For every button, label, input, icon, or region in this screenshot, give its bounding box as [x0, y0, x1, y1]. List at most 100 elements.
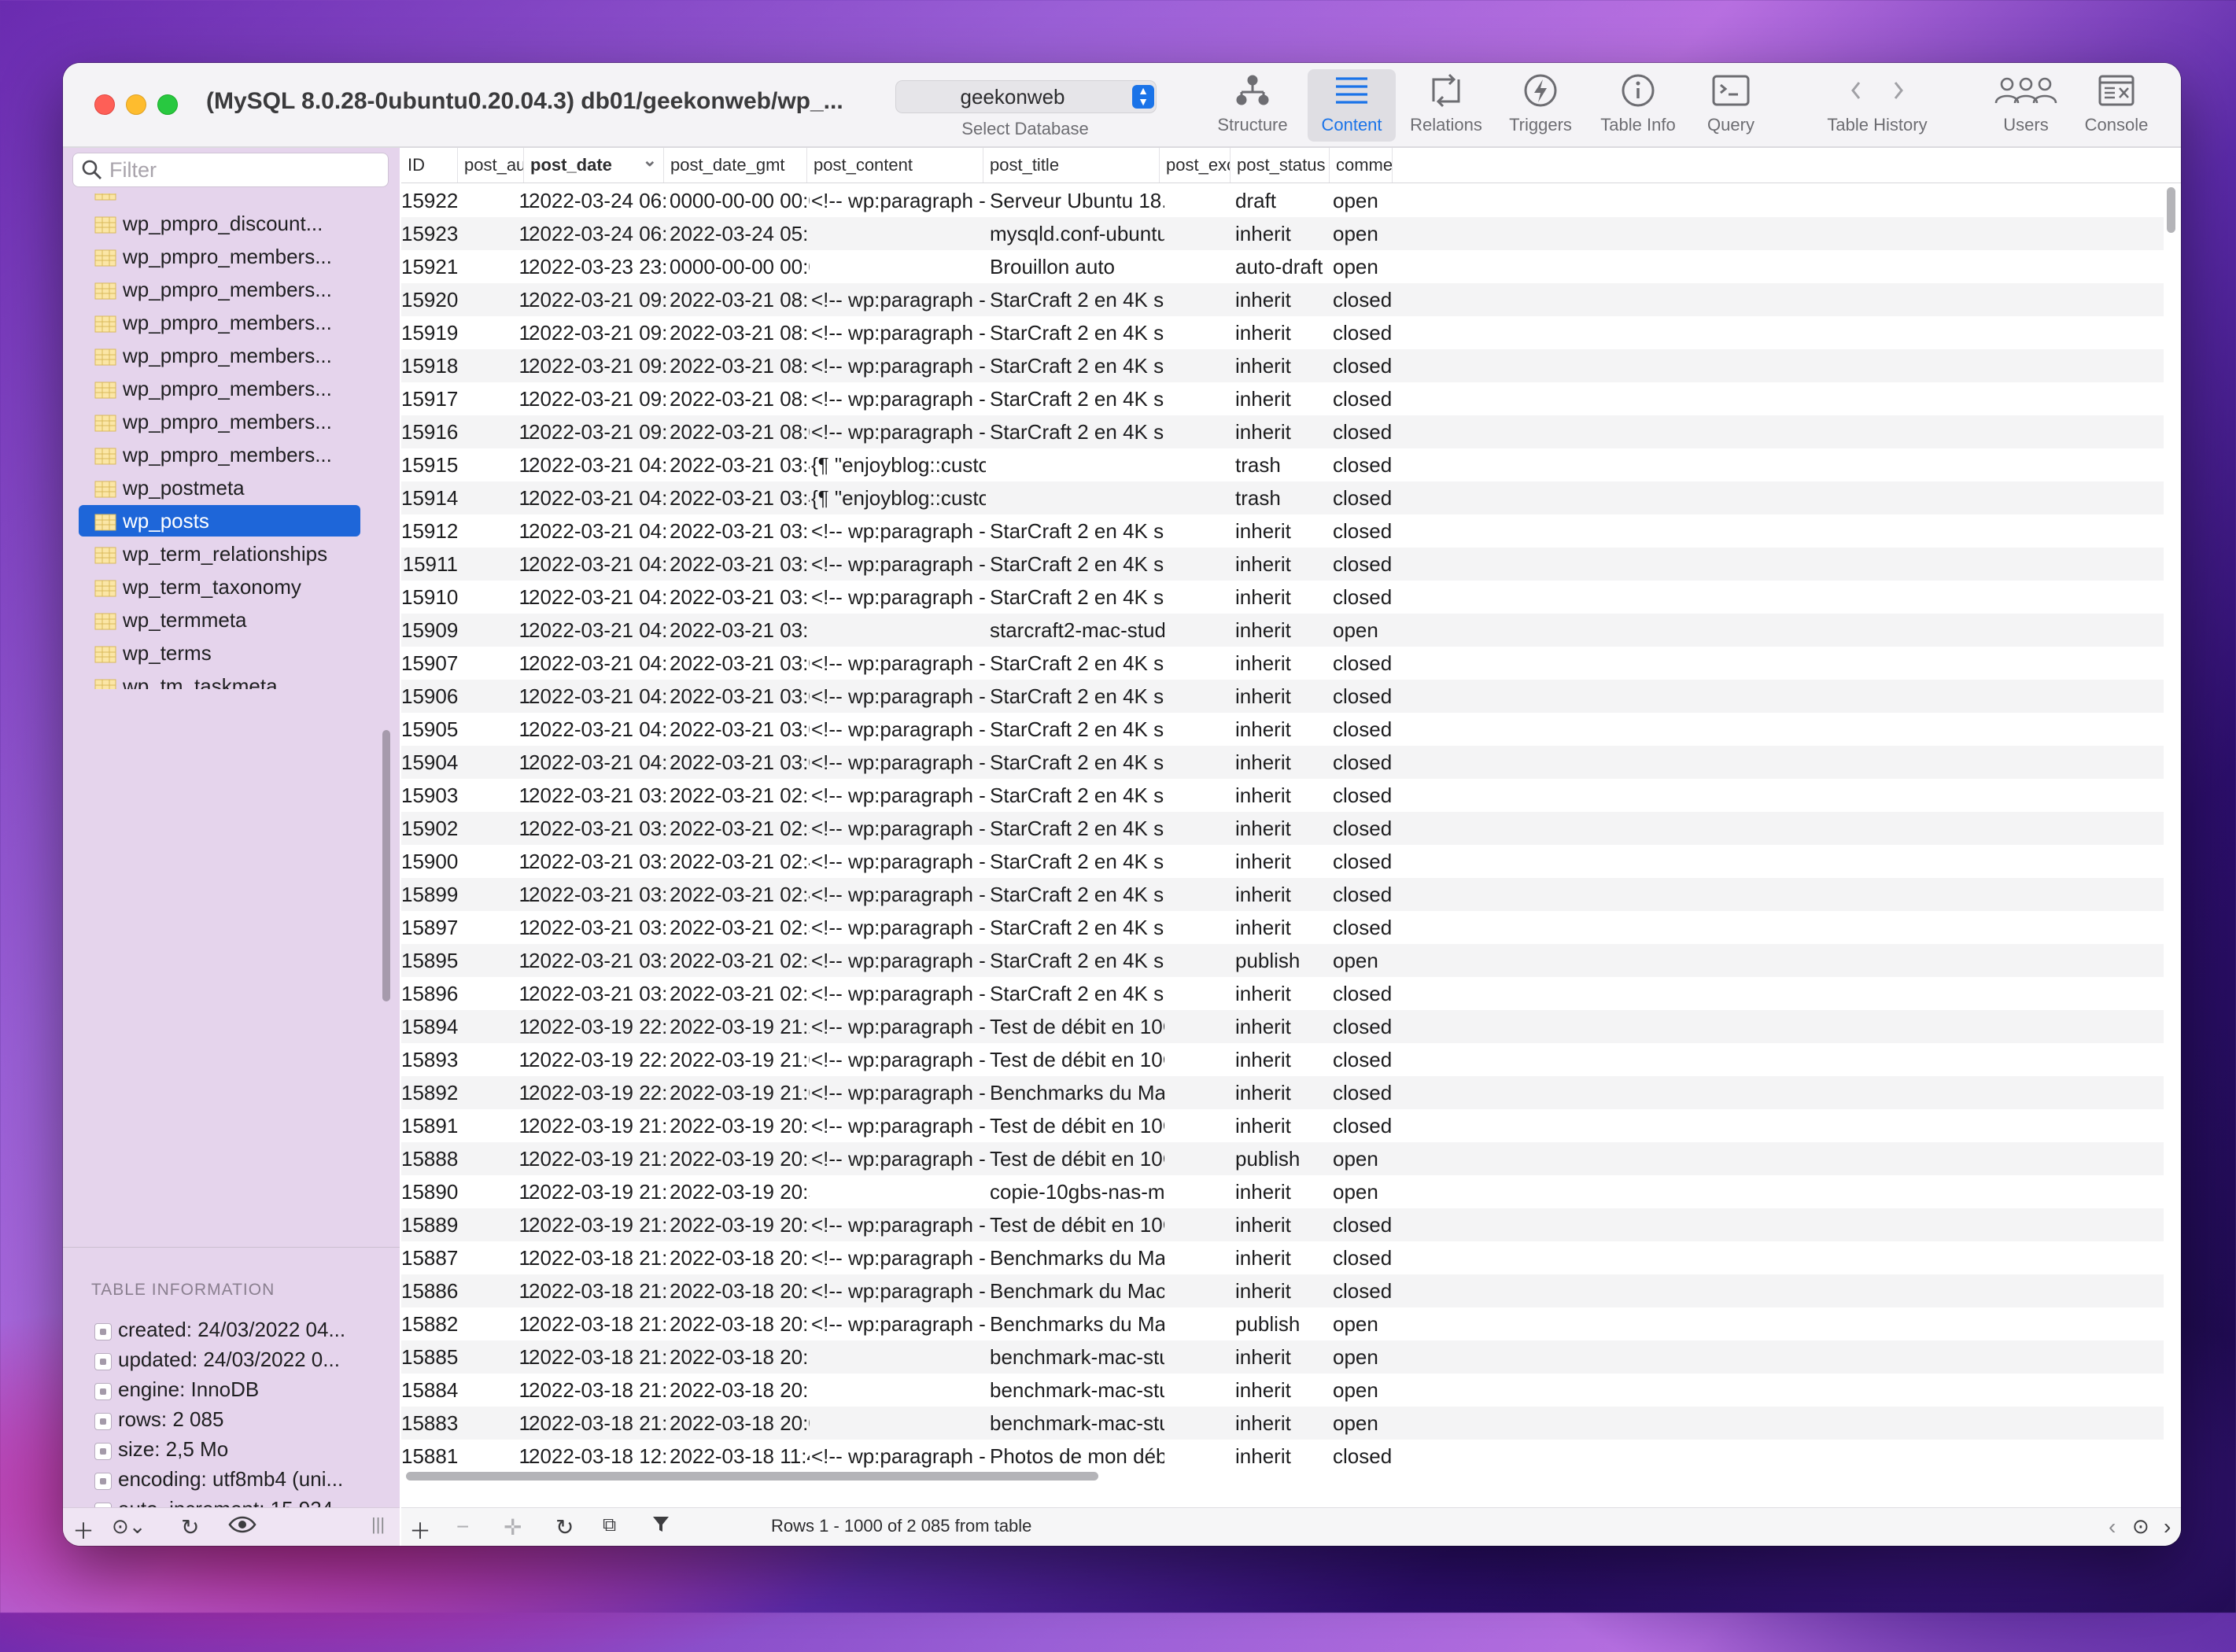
cell-post-date-gmt[interactable]: 0000-00-00 00:00:00: [670, 184, 810, 217]
cell-ID[interactable]: 15907: [401, 647, 458, 680]
cell-post-date[interactable]: 2022-03-18 21:18:18: [529, 1307, 666, 1340]
cell-ID[interactable]: 15915: [401, 448, 458, 481]
cell-post-author[interactable]: 1: [511, 1340, 530, 1374]
cell-post-content[interactable]: <!-- wp:paragraph -->¶<p>J'a...: [811, 349, 986, 382]
cell-post-status[interactable]: inherit: [1235, 1374, 1330, 1407]
cell-post-title[interactable]: starcraft2-mac-studio-1440p-...: [990, 614, 1164, 647]
cell-post-title[interactable]: Serveur Ubuntu 18.04+ : Confi...: [990, 184, 1164, 217]
cell-post-date-gmt[interactable]: 2022-03-18 20:09:13: [670, 1407, 810, 1440]
cell-post-date[interactable]: 2022-03-21 04:18:53: [529, 514, 666, 548]
cell-post-status[interactable]: inherit: [1235, 746, 1330, 779]
table-row[interactable]: 15883 12022-03-18 21:09:132022-03-18 20:0…: [401, 1407, 2164, 1440]
cell-commer[interactable]: closed: [1333, 1208, 1396, 1241]
table-filter-input[interactable]: Filter: [72, 153, 389, 187]
column-header-post-excerpt[interactable]: post_excerpt: [1160, 148, 1231, 183]
cell-post-content[interactable]: [811, 1407, 986, 1440]
cell-post-content[interactable]: [811, 217, 986, 250]
cell-post-author[interactable]: 1: [511, 1208, 530, 1241]
cell-post-title[interactable]: StarCraft 2 en 4K sur un Mac...: [990, 283, 1164, 316]
cell-post-date[interactable]: 2022-03-23 23:55:30: [529, 250, 666, 283]
cell-post-title[interactable]: Test de débit en 10Gb/s entre...: [990, 1142, 1164, 1175]
cell-post-content[interactable]: <!-- wp:paragraph -->¶<p>J'a...: [811, 944, 986, 977]
duplicate-row-icon[interactable]: ✛: [504, 1514, 522, 1540]
cell-commer[interactable]: closed: [1333, 845, 1396, 878]
cell-ID[interactable]: 15918: [401, 349, 458, 382]
cell-post-content[interactable]: <!-- wp:paragraph -->¶<p>J'a...: [811, 581, 986, 614]
cell-post-status[interactable]: inherit: [1235, 1274, 1330, 1307]
table-row[interactable]: 15906 12022-03-21 04:05:572022-03-21 03:0…: [401, 680, 2164, 713]
cell-post-content[interactable]: <!-- wp:paragraph -->¶<p>Je...: [811, 1274, 986, 1307]
cell-post-excerpt[interactable]: [1166, 1208, 1234, 1241]
cell-post-date[interactable]: 2022-03-21 09:14:11: [529, 316, 666, 349]
cell-commer[interactable]: closed: [1333, 481, 1396, 514]
cell-post-content[interactable]: <!-- wp:paragraph -->¶<p>Ge...: [811, 184, 986, 217]
table-row[interactable]: 15895 12022-03-21 03:37:482022-03-21 02:3…: [401, 944, 2164, 977]
cell-post-date-gmt[interactable]: 2022-03-21 02:41:33: [670, 878, 810, 911]
cell-post-status[interactable]: trash: [1235, 448, 1330, 481]
cell-post-date-gmt[interactable]: 2022-03-21 08:15:23: [670, 283, 810, 316]
cell-commer[interactable]: closed: [1333, 911, 1396, 944]
cell-post-status[interactable]: inherit: [1235, 1340, 1330, 1374]
cell-post-content[interactable]: <!-- wp:paragraph -->¶<p>J'a...: [811, 514, 986, 548]
cell-post-excerpt[interactable]: [1166, 812, 1234, 845]
cell-post-status[interactable]: inherit: [1235, 349, 1330, 382]
table-row[interactable]: 15897 12022-03-21 03:38:382022-03-21 02:3…: [401, 911, 2164, 944]
cell-post-excerpt[interactable]: [1166, 217, 1234, 250]
cell-post-content[interactable]: [811, 250, 986, 283]
cell-ID[interactable]: 15912: [401, 514, 458, 548]
cell-post-date-gmt[interactable]: 2022-03-19 20:59:30: [670, 1109, 810, 1142]
cell-commer[interactable]: open: [1333, 1407, 1396, 1440]
cell-commer[interactable]: closed: [1333, 812, 1396, 845]
cell-post-content[interactable]: <!-- wp:paragraph -->¶<p>Je...: [811, 1241, 986, 1274]
table-row[interactable]: 15903 12022-03-21 03:59:302022-03-21 02:5…: [401, 779, 2164, 812]
cell-post-title[interactable]: Test de débit en 10Gb/s entre...: [990, 1208, 1164, 1241]
cell-post-excerpt[interactable]: [1166, 1241, 1234, 1274]
minimize-window-button[interactable]: [126, 94, 146, 115]
cell-post-date[interactable]: 2022-03-21 09:13:41: [529, 349, 666, 382]
cell-post-author[interactable]: 1: [511, 184, 530, 217]
cell-post-author[interactable]: 1: [511, 349, 530, 382]
cell-post-excerpt[interactable]: [1166, 1043, 1234, 1076]
refresh-icon[interactable]: ↻: [555, 1514, 574, 1540]
cell-post-author[interactable]: 1: [511, 1274, 530, 1307]
cell-post-title[interactable]: StarCraft 2 en 4K sur un Mac...: [990, 647, 1164, 680]
cell-post-status[interactable]: inherit: [1235, 812, 1330, 845]
cell-post-content[interactable]: <!-- wp:paragraph -->¶<p>J'a...: [811, 1043, 986, 1076]
cell-post-excerpt[interactable]: [1166, 481, 1234, 514]
cell-post-date[interactable]: 2022-03-19 22:25:21: [529, 1010, 666, 1043]
database-select[interactable]: geekonweb ▲ ▼: [895, 80, 1157, 113]
cell-post-title[interactable]: StarCraft 2 en 4K sur un Mac...: [990, 944, 1164, 977]
cell-post-author[interactable]: 1: [511, 1374, 530, 1407]
cell-post-date[interactable]: 2022-03-19 21:52:53: [529, 1208, 666, 1241]
cell-post-date-gmt[interactable]: 2022-03-19 21:00:45: [670, 1076, 810, 1109]
cell-ID[interactable]: 15897: [401, 911, 458, 944]
table-row[interactable]: 15914 12022-03-21 04:44:562022-03-21 03:4…: [401, 481, 2164, 514]
cell-post-status[interactable]: publish: [1235, 944, 1330, 977]
cell-ID[interactable]: 15891: [401, 1109, 458, 1142]
cell-ID[interactable]: 15900: [401, 845, 458, 878]
cell-post-author[interactable]: 1: [511, 581, 530, 614]
cell-post-author[interactable]: 1: [511, 680, 530, 713]
table-history-button[interactable]: Table History: [1822, 69, 1932, 142]
cell-post-title[interactable]: [990, 481, 1164, 514]
cell-ID[interactable]: 15893: [401, 1043, 458, 1076]
previous-page-icon[interactable]: ‹: [2109, 1514, 2116, 1540]
cell-post-date-gmt[interactable]: 2022-03-21 02:38:38: [670, 911, 810, 944]
table-row[interactable]: 15887 12022-03-18 21:18:372022-03-18 20:1…: [401, 1241, 2164, 1274]
cell-post-date-gmt[interactable]: 2022-03-21 03:00:16: [670, 746, 810, 779]
cell-post-title[interactable]: StarCraft 2 en 4K sur un Mac...: [990, 349, 1164, 382]
triggers-button[interactable]: Triggers: [1496, 69, 1585, 142]
cell-post-excerpt[interactable]: [1166, 1307, 1234, 1340]
cell-post-author[interactable]: 1: [511, 1043, 530, 1076]
cell-post-content[interactable]: <!-- wp:paragraph -->¶<p>J'a...: [811, 283, 986, 316]
cell-post-status[interactable]: inherit: [1235, 1043, 1330, 1076]
cell-commer[interactable]: closed: [1333, 647, 1396, 680]
cell-post-author[interactable]: 1: [511, 382, 530, 415]
table-row[interactable]: 15900 12022-03-21 03:42:352022-03-21 02:4…: [401, 845, 2164, 878]
cell-post-content[interactable]: [811, 1374, 986, 1407]
cell-post-excerpt[interactable]: [1166, 977, 1234, 1010]
cell-post-author[interactable]: 1: [511, 1109, 530, 1142]
cell-post-status[interactable]: inherit: [1235, 614, 1330, 647]
table-row[interactable]: 15904 12022-03-21 04:00:162022-03-21 03:0…: [401, 746, 2164, 779]
table-row[interactable]: 15893 12022-03-19 22:02:182022-03-19 21:0…: [401, 1043, 2164, 1076]
